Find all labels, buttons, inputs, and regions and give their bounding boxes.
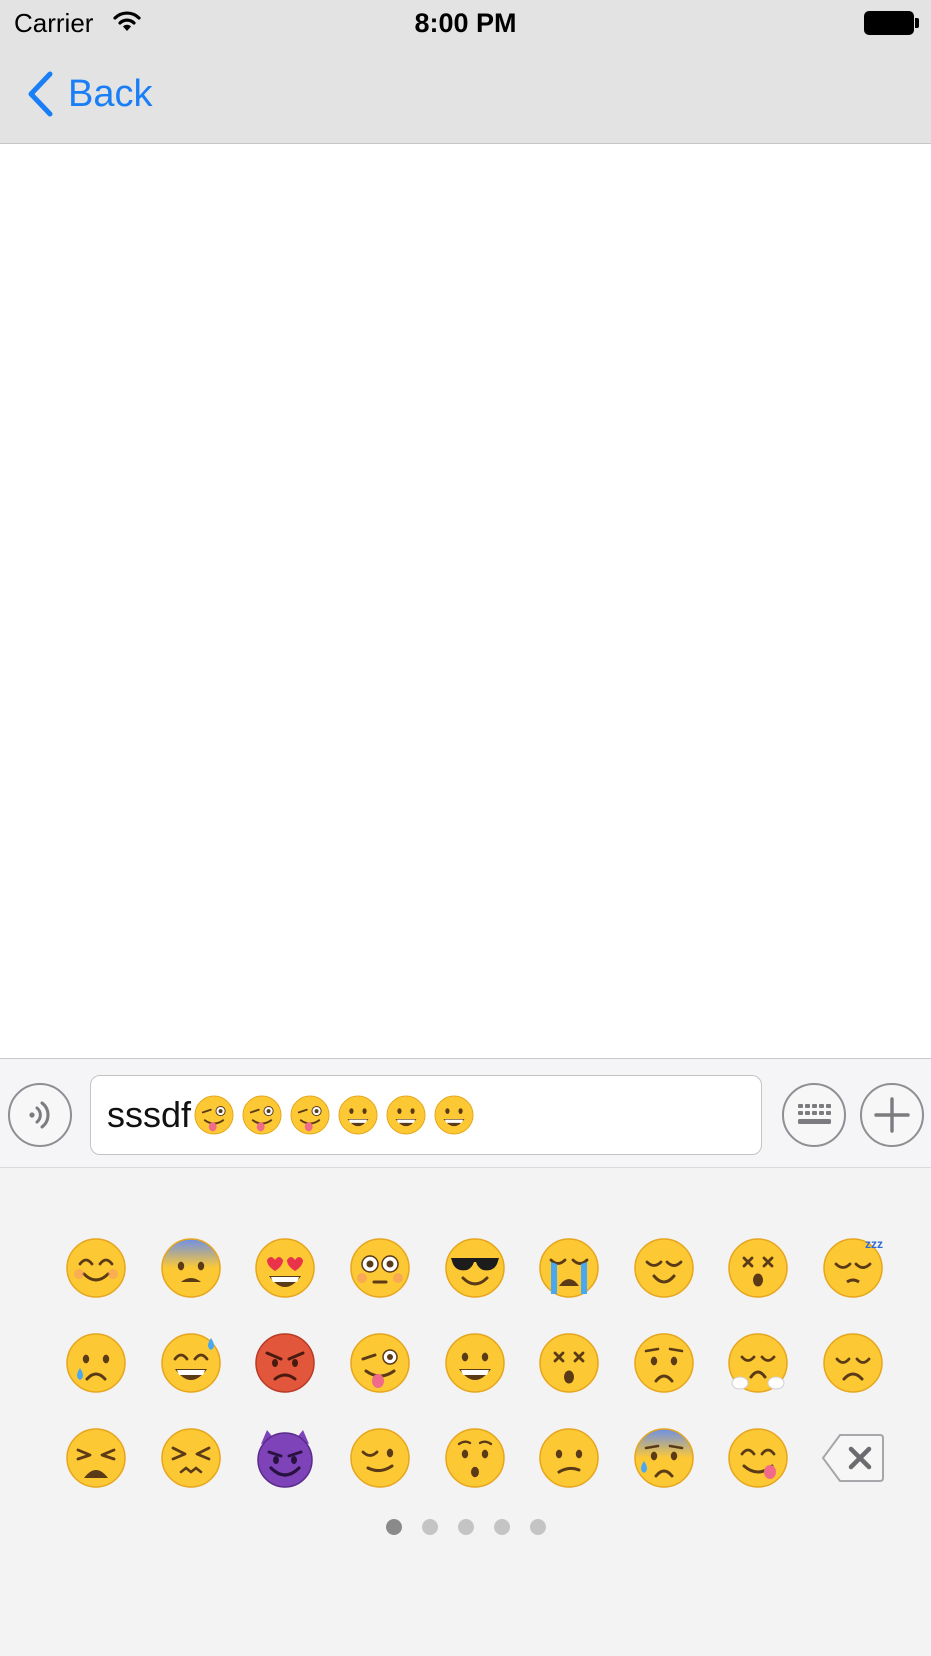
sleeping-emoji[interactable]: zzz: [806, 1220, 901, 1315]
message-list[interactable]: [0, 145, 931, 1058]
back-label: Back: [68, 72, 153, 115]
message-input-text: sssdf: [107, 1094, 192, 1135]
page-dot[interactable]: [529, 1519, 546, 1535]
tongue-wink-emoji: [241, 1094, 283, 1136]
tired-emoji[interactable]: [49, 1410, 144, 1505]
page-dot[interactable]: [421, 1519, 438, 1535]
add-attachment-button[interactable]: [860, 1083, 924, 1147]
grin-emoji[interactable]: [427, 1315, 522, 1410]
cold-sweat-emoji[interactable]: [617, 1410, 712, 1505]
emoji-grid: zzz: [49, 1220, 889, 1505]
chevron-left-icon: [28, 71, 53, 117]
navigation-bar: Carrier 8:00 PM Back: [0, 0, 931, 144]
smile-blush-emoji[interactable]: [49, 1220, 144, 1315]
loud-cry-emoji[interactable]: [522, 1220, 617, 1315]
input-toolbar: sssdf: [0, 1058, 931, 1168]
astonished-dizzy-emoji[interactable]: [522, 1315, 617, 1410]
tongue-wink-emoji: [193, 1094, 235, 1136]
message-input[interactable]: sssdf: [90, 1075, 762, 1155]
chat-screen: Carrier 8:00 PM Back sssdf zzz: [0, 0, 931, 1656]
svg-text:zzz: zzz: [865, 1237, 883, 1251]
confused-emoji[interactable]: [522, 1410, 617, 1505]
back-button[interactable]: Back: [26, 68, 152, 120]
page-control[interactable]: [0, 1519, 931, 1537]
sweat-smile-emoji[interactable]: [144, 1315, 239, 1410]
message-input-emojis: [193, 1094, 481, 1136]
page-dot[interactable]: [493, 1519, 510, 1535]
wink-emoji[interactable]: [333, 1410, 428, 1505]
disappointed-emoji[interactable]: [806, 1315, 901, 1410]
grin-emoji: [337, 1094, 379, 1136]
delete-key[interactable]: [806, 1410, 901, 1505]
voice-icon: [29, 1101, 50, 1129]
page-dot[interactable]: [457, 1519, 474, 1535]
smiling-devil-emoji[interactable]: [238, 1410, 333, 1505]
voice-button[interactable]: [8, 1083, 72, 1147]
keyboard-toggle-button[interactable]: [782, 1083, 846, 1147]
plus-icon: [874, 1097, 910, 1133]
keyboard-icon: [798, 1104, 831, 1124]
grin-emoji: [385, 1094, 427, 1136]
heart-eyes-emoji[interactable]: [238, 1220, 333, 1315]
dizzy-emoji[interactable]: [711, 1220, 806, 1315]
sunglasses-emoji[interactable]: [427, 1220, 522, 1315]
angry-red-emoji[interactable]: [238, 1315, 333, 1410]
relieved-emoji[interactable]: [617, 1220, 712, 1315]
hushed-emoji[interactable]: [427, 1410, 522, 1505]
triumph-emoji[interactable]: [711, 1315, 806, 1410]
yum-emoji[interactable]: [711, 1410, 806, 1505]
grin-emoji: [433, 1094, 475, 1136]
emoji-keyboard: zzz: [0, 1168, 931, 1656]
worried-emoji[interactable]: [617, 1315, 712, 1410]
flushed-emoji[interactable]: [333, 1220, 428, 1315]
confounded-emoji[interactable]: [144, 1410, 239, 1505]
fearful-blue-emoji[interactable]: [144, 1220, 239, 1315]
crying-tear-emoji[interactable]: [49, 1315, 144, 1410]
battery-tip: [915, 18, 919, 28]
status-bar: Carrier 8:00 PM: [0, 0, 931, 46]
tongue-wink-emoji: [289, 1094, 331, 1136]
status-time: 8:00 PM: [414, 8, 517, 38]
tongue-wink-emoji[interactable]: [333, 1315, 428, 1410]
backspace-icon: [821, 1433, 885, 1482]
page-dot[interactable]: [385, 1519, 402, 1535]
battery-icon: [864, 11, 914, 35]
